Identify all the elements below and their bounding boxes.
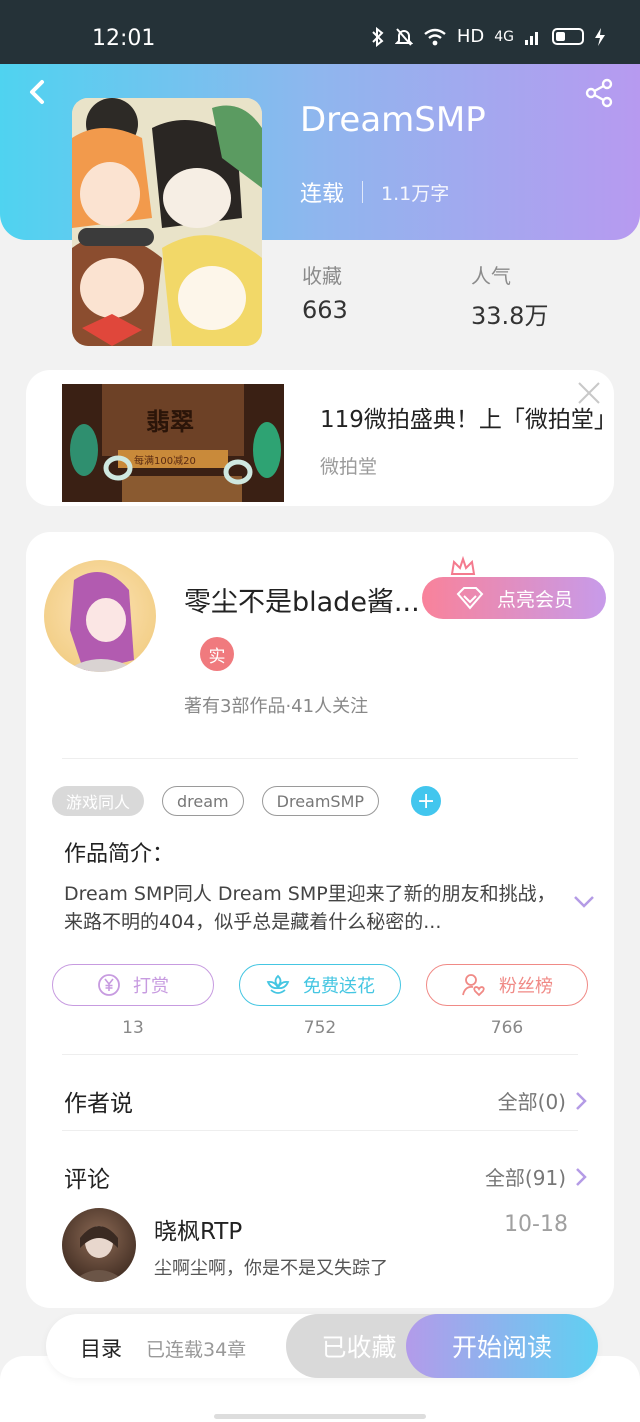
tag-item[interactable]: dream [162,786,244,816]
comments-title: 评论 [64,1167,110,1193]
close-icon[interactable] [576,380,602,406]
ad-image-title: 翡翠 [146,408,194,436]
chevron-right-icon [576,1167,587,1186]
battery-icon [552,28,584,45]
bell-off-icon [394,27,413,46]
commenter-avatar[interactable] [62,1208,136,1282]
chevron-right-icon [576,1091,587,1110]
book-title: DreamSMP [300,100,486,140]
activate-vip-button[interactable]: 点亮会员 [422,577,606,619]
hd-indicator: HD [456,26,485,47]
flower-count: 752 [303,1018,337,1038]
favorited-label: 已收藏 [321,1333,397,1362]
signal-icon [525,31,538,45]
start-reading-button[interactable]: 开始阅读 [406,1314,598,1378]
commenter-name[interactable]: 晓枫RTP [154,1212,242,1246]
chevron-down-icon[interactable] [572,894,596,910]
start-reading-label: 开始阅读 [451,1333,552,1362]
divider [62,1130,578,1131]
author-says-title: 作者说 [64,1091,133,1117]
diamond-icon [456,587,484,610]
tip-label: 打赏 [133,976,169,997]
chapter-count: 已连载34章 [146,1339,247,1361]
ad-image-subtitle: 每满100减20 [134,456,196,467]
share-icon[interactable] [584,78,614,108]
book-detail-card: 零尘不是blade酱... 点亮会员 实 著有3部作品·41人关注 游戏同人 d… [26,532,614,1308]
crown-icon [450,556,476,575]
author-says-more[interactable]: 全部(0) [498,1086,588,1115]
meta-divider [362,181,364,203]
author-name[interactable]: 零尘不是blade酱... [184,580,420,619]
ad-image[interactable]: 翡翠 每满100减20 [62,384,284,502]
author-stats: 著有3部作品·41人关注 [184,696,369,717]
author-avatar[interactable] [44,560,156,672]
bottom-action-bar: 目录 已连载34章 已收藏 开始阅读 [46,1314,598,1378]
fan-count: 766 [490,1018,524,1038]
vip-button-label: 点亮会员 [496,588,573,611]
author-says-more-label: 全部(0) [497,1090,566,1114]
fan-ranking-button[interactable]: 粉丝榜 [426,964,588,1006]
book-cover[interactable] [72,98,262,346]
book-status: 连载 [300,182,345,207]
tag-list: 游戏同人 dream DreamSMP + [52,786,442,816]
back-arrow-icon[interactable] [24,76,52,108]
comment-text[interactable]: 尘啊尘啊，你是不是又失踪了 [154,1254,388,1280]
book-meta: 连载 1.1万字 [300,176,449,208]
ad-title[interactable]: 119微拍盛典！上「微拍堂」 [320,400,614,434]
stat-label-popularity: 人气 [471,264,511,288]
send-flower-button[interactable]: 免费送花 [239,964,401,1006]
send-flower-label: 免费送花 [303,976,375,997]
ad-banner[interactable]: 翡翠 每满100减20 119微拍盛典！上「微拍堂」 微拍堂 [26,370,614,506]
status-icons: HD 4G [371,26,606,47]
user-heart-icon [462,974,485,997]
comment-date: 10-18 [504,1212,568,1237]
fan-ranking-label: 粉丝榜 [499,976,553,997]
stat-value-popularity: 33.8万 [471,302,549,330]
bluetooth-icon [372,26,384,47]
verified-badge: 实 [200,637,234,671]
divider [62,758,578,759]
book-word-count: 1.1万字 [381,182,450,205]
tip-count: 13 [122,1018,144,1038]
wifi-icon [424,28,446,45]
intro-text[interactable]: Dream SMP同人 Dream SMP里迎来了新的朋友和挑战，来路不明的40… [64,880,564,936]
home-indicator [214,1414,426,1419]
comments-more[interactable]: 全部(91) [485,1162,588,1191]
ad-source: 微拍堂 [320,456,378,478]
toc-button[interactable]: 目录 [80,1333,122,1363]
tip-button[interactable]: 打赏 [52,964,214,1006]
stat-label-favorites: 收藏 [302,264,342,288]
cover-illustration [72,98,262,346]
add-tag-button[interactable]: + [411,786,442,816]
comments-more-label: 全部(91) [484,1166,566,1190]
status-time: 12:01 [92,26,156,51]
tag-item[interactable]: DreamSMP [261,786,380,816]
divider [62,1054,578,1055]
status-bar: 12:01 HD 4G [0,0,640,64]
intro-heading: 作品简介： [64,842,175,867]
stat-value-favorites: 663 [302,296,348,324]
flower-icon [266,974,290,994]
tag-item[interactable]: 游戏同人 [52,786,145,816]
network-indicator: 4G [494,28,514,45]
charging-icon [595,27,605,46]
yen-coin-icon [98,974,120,996]
